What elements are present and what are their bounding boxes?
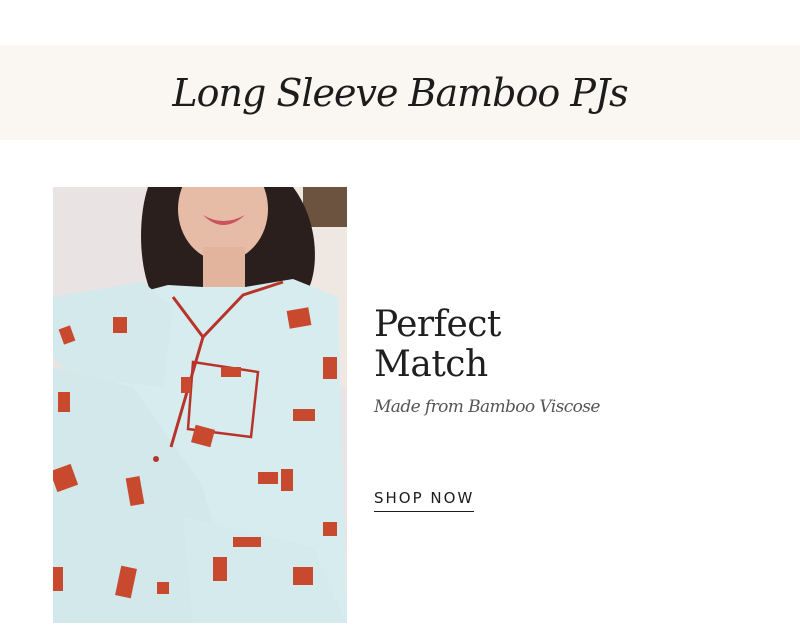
headline-line-1: Perfect [374,304,501,345]
shop-now-link[interactable]: SHOP NOW [374,489,475,512]
category-banner: Long Sleeve Bamboo PJs [0,45,800,140]
headline-line-2: Match [374,344,488,385]
banner-title: Long Sleeve Bamboo PJs [172,70,628,115]
product-photo[interactable] [53,187,347,623]
feature-subhead: Made from Bamboo Viscose [374,397,600,417]
feature-headline: Perfect Match [374,305,774,385]
feature-copy: Perfect Match Made from Bamboo Viscose [374,305,774,418]
